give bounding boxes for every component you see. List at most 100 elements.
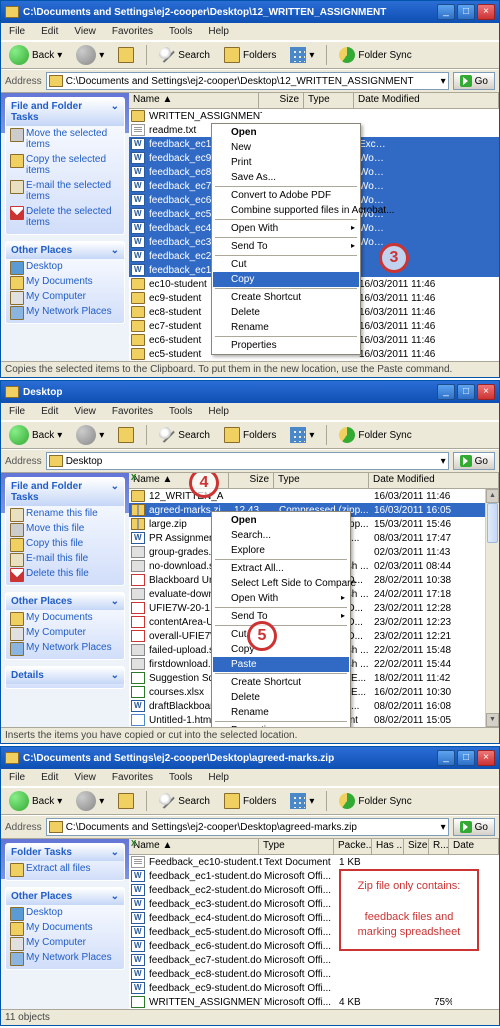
menu-edit[interactable]: Edit xyxy=(37,405,62,418)
menu-item[interactable]: Rename xyxy=(213,705,349,720)
minimize-button[interactable]: _ xyxy=(437,4,455,20)
close-button[interactable]: × xyxy=(477,384,495,400)
foldersync-button[interactable]: Folder Sync xyxy=(335,45,415,65)
col-date[interactable]: Date Modified xyxy=(354,93,499,108)
maximize-button[interactable]: □ xyxy=(457,750,475,766)
minimize-button[interactable]: _ xyxy=(437,384,455,400)
file-row[interactable]: WRITTEN_ASSIGNMENT xyxy=(129,109,499,123)
close-button[interactable]: × xyxy=(477,4,495,20)
menu-item[interactable]: Open With xyxy=(213,221,359,236)
address-field[interactable]: C:\Documents and Settings\ej2-cooper\Des… xyxy=(46,818,449,836)
other-mycomp[interactable]: My Computer xyxy=(6,289,124,304)
titlebar[interactable]: C:\Documents and Settings\ej2-cooper\Des… xyxy=(1,747,499,769)
file-row[interactable]: feedback_ec8-student.docxMicrosoft Offi.… xyxy=(129,967,499,981)
email-items[interactable]: E-mail the selected items xyxy=(6,178,124,204)
file-row[interactable]: feedback_ec7-student.docxMicrosoft Offi.… xyxy=(129,953,499,967)
go-button[interactable]: Go xyxy=(453,818,495,836)
file-list[interactable]: Name ▲ Size Type Date Modified WRITTEN_A… xyxy=(129,93,499,361)
views-button[interactable]: ▾ xyxy=(286,425,318,445)
search-button[interactable]: Search xyxy=(155,425,214,445)
col-size[interactable]: Size xyxy=(259,93,304,108)
other-desktop[interactable]: Desktop xyxy=(6,259,124,274)
menu-item[interactable]: Search... xyxy=(213,528,349,543)
menu-edit[interactable]: Edit xyxy=(37,25,62,38)
titlebar[interactable]: Desktop _□× xyxy=(1,381,499,403)
menu-item[interactable]: Delete xyxy=(213,690,349,705)
menu-view[interactable]: View xyxy=(70,25,100,38)
panel-header[interactable]: File and Folder Tasks xyxy=(6,98,124,126)
menu-item[interactable]: Explore xyxy=(213,543,349,558)
forward-button[interactable]: ▾ xyxy=(72,423,108,447)
menu-item[interactable]: Combine supported files in Acrobat... xyxy=(213,203,359,218)
other-netplaces[interactable]: My Network Places xyxy=(6,304,124,319)
context-menu[interactable]: OpenNewPrintSave As... Convert to Adobe P… xyxy=(211,123,361,355)
menu-item[interactable]: Paste xyxy=(213,657,349,672)
back-button[interactable]: Back ▾ xyxy=(5,789,66,813)
maximize-button[interactable]: □ xyxy=(457,384,475,400)
menu-item[interactable]: Copy xyxy=(213,642,349,657)
context-menu[interactable]: OpenSearch...Explore Extract All...Select… xyxy=(211,511,351,727)
go-button[interactable]: Go xyxy=(453,452,495,470)
up-button[interactable] xyxy=(114,45,138,65)
col-type[interactable]: Type xyxy=(304,93,354,108)
menu-item[interactable]: Properties xyxy=(213,338,359,353)
file-list[interactable]: Name ▲ Type Packe... Has ... Size R... D… xyxy=(129,839,499,1009)
menu-item[interactable]: Open With xyxy=(213,591,349,606)
titlebar[interactable]: C:\Documents and Settings\ej2-cooper\Des… xyxy=(1,1,499,23)
menu-item[interactable]: Open xyxy=(213,125,359,140)
menu-item[interactable]: Send To xyxy=(213,239,359,254)
menu-tools[interactable]: Tools xyxy=(165,25,196,38)
menu-item[interactable]: Convert to Adobe PDF xyxy=(213,188,359,203)
menu-item[interactable]: New xyxy=(213,140,359,155)
forward-button[interactable]: ▾ xyxy=(72,789,108,813)
go-button[interactable]: Go xyxy=(453,72,495,90)
menu-view[interactable]: View xyxy=(70,405,100,418)
menu-item[interactable]: Rename xyxy=(213,320,359,335)
menu-help[interactable]: Help xyxy=(204,25,233,38)
menu-item[interactable]: Extract All... xyxy=(213,561,349,576)
delete-items[interactable]: Delete the selected items xyxy=(6,204,124,230)
menu-item[interactable]: Create Shortcut xyxy=(213,290,359,305)
back-button[interactable]: Back ▾ xyxy=(5,423,66,447)
menu-item[interactable]: Print xyxy=(213,155,359,170)
menu-item[interactable]: Create Shortcut xyxy=(213,675,349,690)
menu-item[interactable]: Send To xyxy=(213,609,349,624)
close-button[interactable]: × xyxy=(477,750,495,766)
move-items[interactable]: Move the selected items xyxy=(6,126,124,152)
menu-file[interactable]: File xyxy=(5,405,29,418)
scrollbar[interactable]: ▲▼ xyxy=(485,489,499,727)
panel-header[interactable]: Other Places xyxy=(6,242,124,259)
up-button[interactable] xyxy=(114,425,138,445)
address-field[interactable]: Desktop▾ xyxy=(46,452,449,470)
file-row[interactable]: Feedback_ec10-student.txtText Document1 … xyxy=(129,855,499,869)
col-name[interactable]: Name ▲ xyxy=(129,93,259,108)
views-button[interactable]: ▾ xyxy=(286,791,318,811)
folders-button[interactable]: Folders xyxy=(220,45,280,65)
menu-help[interactable]: Help xyxy=(204,405,233,418)
maximize-button[interactable]: □ xyxy=(457,4,475,20)
menu-item[interactable]: Properties xyxy=(213,723,349,727)
file-list[interactable]: Name ▲ Size Type Date Modified 12_WRITTE… xyxy=(129,473,499,727)
other-mydocs[interactable]: My Documents xyxy=(6,274,124,289)
foldersync-button[interactable]: Folder Sync xyxy=(335,791,415,811)
menu-file[interactable]: File xyxy=(5,25,29,38)
menu-favorites[interactable]: Favorites xyxy=(108,405,157,418)
menu-tools[interactable]: Tools xyxy=(165,405,196,418)
menu-item[interactable]: Save As... xyxy=(213,170,359,185)
menu-item[interactable]: Select Left Side to Compare xyxy=(213,576,349,591)
file-row[interactable]: feedback_ec9-student.docxMicrosoft Offi.… xyxy=(129,981,499,995)
search-button[interactable]: Search xyxy=(155,45,214,65)
file-row[interactable]: WRITTEN_ASSIGNMENT.xlsMicrosoft Offi...4… xyxy=(129,995,499,1009)
menu-item[interactable]: Delete xyxy=(213,305,359,320)
folders-button[interactable]: Folders xyxy=(220,791,280,811)
menu-item[interactable]: Copy xyxy=(213,272,359,287)
menu-item[interactable]: Cut xyxy=(213,257,359,272)
views-button[interactable]: ▾ xyxy=(286,45,318,65)
forward-button[interactable]: ▾ xyxy=(72,43,108,67)
file-row[interactable]: 12_WRITTEN_A16/03/2011 11:46 xyxy=(129,489,499,503)
copy-items[interactable]: Copy the selected items xyxy=(6,152,124,178)
menu-item[interactable]: Cut xyxy=(213,627,349,642)
minimize-button[interactable]: _ xyxy=(437,750,455,766)
address-field[interactable]: C:\Documents and Settings\ej2-cooper\Des… xyxy=(46,72,449,90)
menu-item[interactable]: Open xyxy=(213,513,349,528)
